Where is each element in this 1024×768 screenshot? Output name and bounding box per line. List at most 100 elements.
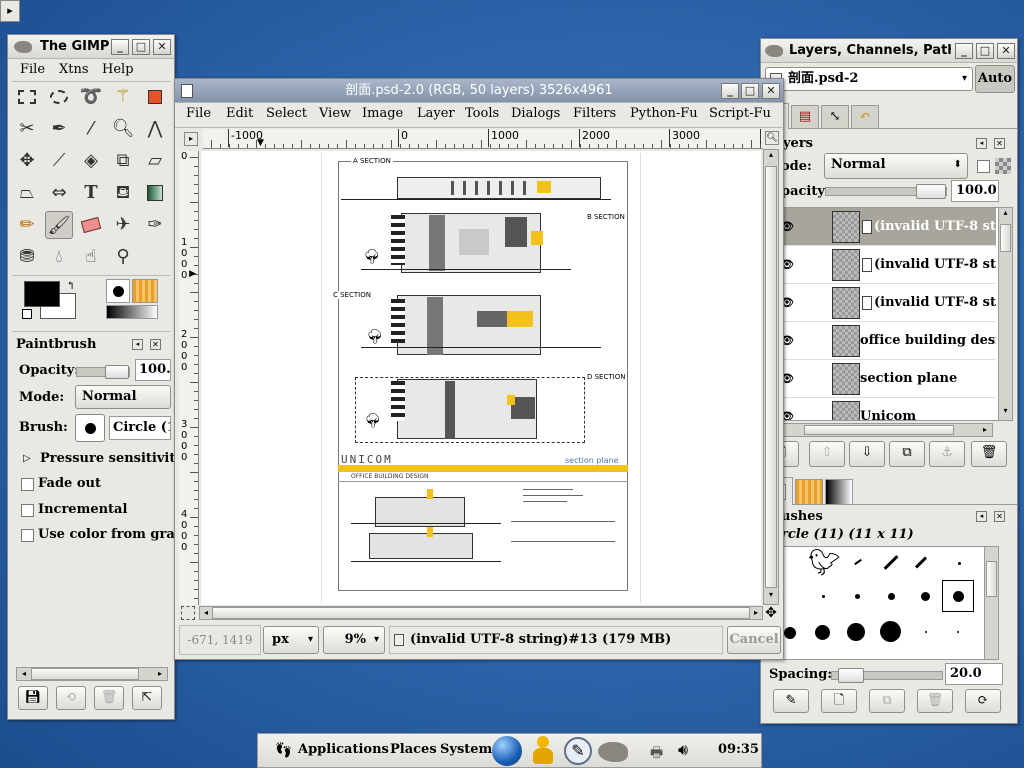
gradient-color-checkbox[interactable] bbox=[21, 529, 34, 542]
tab-channels[interactable]: ▤ bbox=[791, 105, 819, 129]
maximize-button[interactable]: □ bbox=[741, 83, 759, 99]
rotate-icon[interactable]: ◈ bbox=[77, 147, 105, 175]
delete-layer-button[interactable]: 🗑︎ bbox=[971, 441, 1007, 467]
text-tool-icon[interactable]: T bbox=[77, 179, 105, 207]
move-icon[interactable]: ✥ bbox=[13, 147, 41, 175]
vertical-scrollbar[interactable]: ▴ ▾ bbox=[763, 149, 779, 605]
select-by-color-icon[interactable] bbox=[141, 83, 169, 111]
zoom-icon[interactable]: 🔍︎ bbox=[109, 115, 137, 143]
brush-indicator[interactable] bbox=[106, 279, 130, 303]
spacing-slider[interactable] bbox=[831, 668, 943, 683]
dock-close-icon[interactable]: ✕ bbox=[994, 511, 1005, 522]
menu-help[interactable]: Help bbox=[102, 62, 134, 77]
pencil-icon[interactable]: ✏ bbox=[13, 211, 41, 239]
dock-menu-icon[interactable]: ◂ bbox=[976, 511, 987, 522]
flip-icon[interactable]: ⇔ bbox=[45, 179, 73, 207]
menu-tools[interactable]: Tools bbox=[465, 106, 499, 121]
gradient-indicator[interactable] bbox=[106, 305, 158, 319]
maximize-button[interactable]: □ bbox=[132, 39, 150, 55]
swap-colors-icon[interactable]: ↰ bbox=[66, 279, 75, 292]
clock[interactable]: 09:35 bbox=[718, 742, 759, 757]
tab-patterns[interactable] bbox=[795, 479, 823, 505]
editor-icon[interactable]: ✎ bbox=[564, 737, 592, 765]
ink-icon[interactable]: ✑ bbox=[141, 211, 169, 239]
menu-python-fu[interactable]: Python-Fu bbox=[630, 106, 698, 121]
color-picker-icon[interactable]: ⁄ bbox=[77, 115, 105, 143]
layer-row[interactable]: 👁︎ section plane bbox=[764, 360, 996, 398]
layer-mode-dropdown[interactable]: Normal ⬍ bbox=[824, 153, 968, 179]
dodge-burn-icon[interactable]: ⚲ bbox=[109, 243, 137, 271]
blur-icon[interactable]: 💧︎ bbox=[45, 243, 73, 271]
quick-mask-corner-button[interactable]: ▸ bbox=[184, 132, 198, 146]
tab-paths[interactable]: ⤡ bbox=[821, 105, 849, 129]
shear-icon[interactable]: ▱ bbox=[141, 147, 169, 175]
layers-titlebar[interactable]: Layers, Channels, Paths, U _ □ ✕ bbox=[761, 39, 1017, 63]
zoom-dropdown[interactable]: 9% ▾ bbox=[323, 626, 385, 654]
menu-file[interactable]: File bbox=[186, 106, 211, 121]
layer-list-hscrollbar[interactable]: ▸ bbox=[763, 423, 993, 437]
crop-icon[interactable]: ⟋ bbox=[45, 147, 73, 175]
paintbrush-icon[interactable]: 🖌︎ bbox=[45, 211, 73, 239]
layer-row[interactable]: 👁︎ (invalid UTF-8 stri bbox=[764, 284, 996, 322]
panel-arrow-button[interactable]: ▸ bbox=[0, 0, 20, 22]
blend-icon[interactable] bbox=[141, 179, 169, 207]
incremental-checkbox[interactable] bbox=[21, 504, 34, 517]
raise-layer-button[interactable]: ⇧ bbox=[809, 441, 845, 467]
cancel-button[interactable]: Cancel bbox=[727, 626, 781, 654]
layer-row[interactable]: 👁︎ Unicom bbox=[764, 398, 996, 420]
menu-select[interactable]: Select bbox=[266, 106, 307, 121]
scissors-icon[interactable]: ✂ bbox=[13, 115, 41, 143]
pattern-indicator[interactable] bbox=[132, 279, 158, 303]
mode-dropdown[interactable]: Normal bbox=[75, 385, 171, 409]
web-browser-icon[interactable] bbox=[492, 736, 522, 766]
reset-options-button[interactable]: ⇱ bbox=[132, 686, 162, 710]
spacing-spin[interactable]: 20.0 bbox=[945, 663, 1003, 685]
duplicate-brush-button[interactable]: ⧉ bbox=[869, 689, 905, 713]
minimize-button[interactable]: _ bbox=[111, 39, 129, 55]
image-titlebar[interactable]: 剖面.psd-2.0 (RGB, 50 layers) 3526x4961 _ … bbox=[175, 79, 783, 103]
tab-gradients[interactable] bbox=[825, 479, 853, 505]
close-button[interactable]: ✕ bbox=[153, 39, 171, 55]
dock-close-icon[interactable]: ✕ bbox=[150, 339, 161, 350]
layer-row[interactable]: 👁︎ (invalid UTF-8 stri bbox=[764, 246, 996, 284]
pressure-expander-icon[interactable]: ▷ bbox=[23, 453, 31, 464]
horizontal-scrollbar[interactable]: ◂ ▸ bbox=[199, 606, 763, 620]
minimize-button[interactable]: _ bbox=[955, 43, 973, 59]
minimize-button[interactable]: _ bbox=[721, 83, 739, 99]
eraser-icon[interactable] bbox=[77, 211, 105, 239]
menu-view[interactable]: View bbox=[319, 106, 351, 121]
save-options-button[interactable]: 💾︎ bbox=[18, 686, 48, 710]
opacity-spin[interactable]: 100. bbox=[135, 359, 171, 381]
brush-preview-button[interactable] bbox=[75, 414, 105, 442]
menu-image[interactable]: Image bbox=[362, 106, 403, 121]
edit-brush-button[interactable]: ✎ bbox=[773, 689, 809, 713]
volume-icon[interactable]: 🔊︎ bbox=[678, 740, 688, 760]
image-select-dropdown[interactable]: 剖面.psd-2 ▾ bbox=[765, 67, 973, 91]
menu-edit[interactable]: Edit bbox=[226, 106, 253, 121]
smudge-icon[interactable]: ☝ bbox=[77, 243, 105, 271]
gimp-launcher-icon[interactable] bbox=[598, 742, 628, 762]
brush-grid[interactable]: 🐦︎ bbox=[763, 546, 999, 660]
delete-brush-button[interactable]: 🗑︎ bbox=[917, 689, 953, 713]
zoom-lock-icon[interactable]: 🔍︎ bbox=[765, 131, 779, 145]
scale-icon[interactable]: ⧉ bbox=[109, 147, 137, 175]
refresh-brushes-button[interactable]: ⟳ bbox=[965, 689, 1001, 713]
brush-name-field[interactable]: Circle (1 bbox=[109, 416, 171, 440]
ellipse-select-icon[interactable] bbox=[45, 83, 73, 111]
layer-opacity-slider[interactable] bbox=[825, 184, 947, 199]
rect-select-icon[interactable] bbox=[13, 83, 41, 111]
pressure-sensitivity-label[interactable]: Pressure sensitivity bbox=[40, 451, 174, 466]
places-menu[interactable]: Places bbox=[390, 742, 437, 757]
navigate-corner-button[interactable] bbox=[181, 606, 195, 620]
duplicate-layer-button[interactable]: ⧉ bbox=[889, 441, 925, 467]
menu-script-fu[interactable]: Script-Fu bbox=[709, 106, 771, 121]
menu-dialogs[interactable]: Dialogs bbox=[511, 106, 560, 121]
fade-out-checkbox[interactable] bbox=[21, 478, 34, 491]
selected-brush-cell[interactable] bbox=[942, 580, 974, 612]
foreground-color-swatch[interactable] bbox=[24, 281, 60, 307]
unit-dropdown[interactable]: px ▾ bbox=[263, 626, 319, 654]
printer-icon[interactable]: 🖶︎ bbox=[650, 742, 663, 766]
brush-grid-scrollbar[interactable] bbox=[984, 547, 998, 659]
close-button[interactable]: ✕ bbox=[762, 83, 780, 99]
toolbox-titlebar[interactable]: The GIMP _ □ ✕ bbox=[8, 35, 174, 59]
